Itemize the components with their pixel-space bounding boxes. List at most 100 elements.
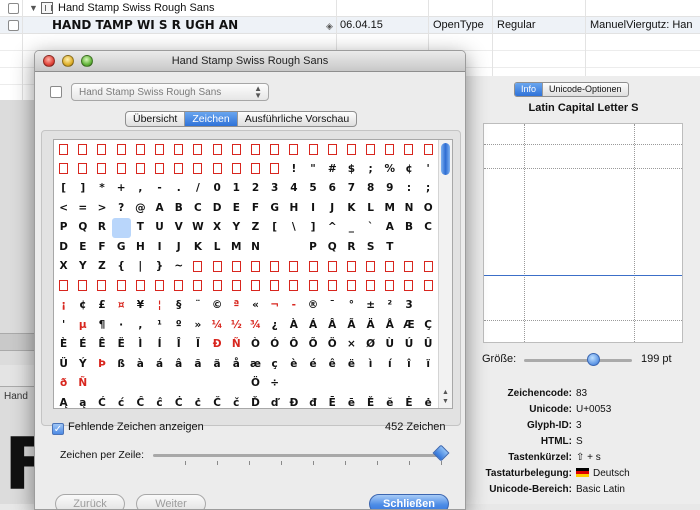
missing-glyph-cell[interactable]	[419, 140, 438, 160]
glyph-cell[interactable]: C	[419, 218, 438, 238]
glyph-cell[interactable]: ¥	[131, 296, 150, 316]
glyph-cell[interactable]: '	[419, 160, 438, 180]
glyph-cell[interactable]: §	[169, 296, 188, 316]
tab-characters[interactable]: Zeichen	[185, 112, 238, 126]
glyph-cell[interactable]: L	[361, 199, 380, 219]
glyph-cell[interactable]: Ñ	[227, 335, 246, 355]
glyph-cell[interactable]: \	[284, 218, 303, 238]
glyph-cell[interactable]: ì	[361, 355, 380, 375]
missing-glyph-cell[interactable]	[399, 140, 418, 160]
glyph-cell[interactable]: ¾	[246, 316, 265, 336]
glyph-cell[interactable]	[361, 374, 380, 394]
missing-glyph-cell[interactable]	[323, 257, 342, 277]
glyph-cell[interactable]: Ć	[92, 394, 111, 409]
glyph-cell[interactable]: /	[188, 179, 207, 199]
missing-glyph-cell[interactable]	[265, 277, 284, 297]
glyph-cell[interactable]	[208, 374, 227, 394]
missing-glyph-cell[interactable]	[265, 257, 284, 277]
missing-glyph-cell[interactable]	[227, 140, 246, 160]
glyph-cell[interactable]: Ñ	[73, 374, 92, 394]
glyph-cell[interactable]: X	[54, 257, 73, 277]
glyph-cell[interactable]: ï	[419, 355, 438, 375]
glyph-cell[interactable]: đ	[303, 394, 322, 409]
glyph-cell[interactable]	[399, 374, 418, 394]
glyph-cell[interactable]: î	[399, 355, 418, 375]
missing-glyph-cell[interactable]	[419, 277, 438, 297]
glyph-cell[interactable]: F	[246, 199, 265, 219]
tab-unicode-options[interactable]: Unicode-Optionen	[543, 83, 628, 96]
glyph-cell[interactable]	[227, 374, 246, 394]
glyph-cell[interactable]: ß	[112, 355, 131, 375]
glyph-cell[interactable]: æ	[246, 355, 265, 375]
glyph-cell[interactable]: <	[54, 199, 73, 219]
glyph-cell[interactable]: 2	[246, 179, 265, 199]
missing-glyph-cell[interactable]	[208, 140, 227, 160]
glyph-cell[interactable]: º	[169, 316, 188, 336]
missing-glyph-cell[interactable]	[265, 140, 284, 160]
glyph-cell[interactable]: Ü	[54, 355, 73, 375]
glyph-cell[interactable]: 0	[208, 179, 227, 199]
missing-glyph-cell[interactable]	[150, 160, 169, 180]
next-button[interactable]: Weiter	[136, 494, 206, 509]
glyph-cell[interactable]: R	[342, 238, 361, 258]
glyph-cell[interactable]: O	[419, 199, 438, 219]
glyph-cell[interactable]	[284, 238, 303, 258]
glyph-cell[interactable]	[419, 238, 438, 258]
glyph-cell[interactable]: í	[380, 355, 399, 375]
glyph-cell[interactable]	[112, 374, 131, 394]
glyph-cell[interactable]: -	[284, 296, 303, 316]
missing-glyph-cell[interactable]	[169, 277, 188, 297]
glyph-cell[interactable]: X	[208, 218, 227, 238]
chars-per-row-knob[interactable]	[432, 444, 450, 462]
glyph-cell[interactable]: ¤	[112, 296, 131, 316]
glyph-cell[interactable]: ë	[342, 355, 361, 375]
missing-glyph-cell[interactable]	[131, 277, 150, 297]
missing-glyph-cell[interactable]	[361, 277, 380, 297]
show-missing-toggle[interactable]: ✓ Fehlende Zeichen anzeigen	[52, 421, 204, 435]
glyph-cell[interactable]: G	[265, 199, 284, 219]
glyph-cell[interactable]: ą	[73, 394, 92, 409]
missing-glyph-cell[interactable]	[169, 160, 188, 180]
glyph-cell[interactable]	[150, 374, 169, 394]
glyph-cell[interactable]: ^	[323, 218, 342, 238]
glyph-cell[interactable]: I	[150, 238, 169, 258]
missing-glyph-cell[interactable]	[131, 140, 150, 160]
font-enable-checkbox[interactable]	[8, 20, 19, 31]
glyph-cell[interactable]: I	[303, 199, 322, 219]
glyph-cell[interactable]: ½	[227, 316, 246, 336]
missing-glyph-cell[interactable]	[131, 160, 150, 180]
missing-glyph-cell[interactable]	[227, 257, 246, 277]
glyph-cell[interactable]: P	[54, 218, 73, 238]
missing-glyph-cell[interactable]	[92, 140, 111, 160]
glyph-cell[interactable]: W	[188, 218, 207, 238]
glyph-cell[interactable]: '	[54, 316, 73, 336]
missing-glyph-cell[interactable]	[150, 277, 169, 297]
glyph-cell[interactable]: 5	[303, 179, 322, 199]
glyph-grid[interactable]: ! " # $;% ¢ '[] * +, -./0 1 2 3 4 5 6 7 8 9:; < = >? @ A B C D E F G…	[53, 139, 453, 409]
glyph-cell[interactable]: ,	[131, 179, 150, 199]
glyph-cell[interactable]: !	[284, 160, 303, 180]
glyph-cell[interactable]: H	[284, 199, 303, 219]
missing-glyph-cell[interactable]	[399, 277, 418, 297]
close-button[interactable]: Schließen	[369, 494, 449, 509]
title-bar[interactable]: Hand Stamp Swiss Rough Sans	[35, 51, 465, 72]
missing-glyph-cell[interactable]	[92, 160, 111, 180]
glyph-cell[interactable]: Č	[208, 394, 227, 409]
glyph-cell[interactable]: K	[188, 238, 207, 258]
glyph-cell[interactable]: C	[188, 199, 207, 219]
missing-glyph-cell[interactable]	[188, 160, 207, 180]
glyph-cell[interactable]: [	[54, 179, 73, 199]
glyph-cell[interactable]: °	[342, 296, 361, 316]
glyph-cell[interactable]: Æ	[399, 316, 418, 336]
glyph-cell[interactable]	[380, 374, 399, 394]
glyph-cell[interactable]: $	[342, 160, 361, 180]
glyph-cell[interactable]: {	[112, 257, 131, 277]
missing-glyph-cell[interactable]	[188, 277, 207, 297]
missing-glyph-cell[interactable]	[284, 140, 303, 160]
glyph-cell[interactable]: ĉ	[150, 394, 169, 409]
missing-glyph-cell[interactable]	[227, 160, 246, 180]
font-enable-checkbox[interactable]	[50, 86, 62, 98]
missing-glyph-cell[interactable]	[208, 160, 227, 180]
glyph-cell[interactable]: Ò	[246, 335, 265, 355]
missing-glyph-cell[interactable]	[380, 140, 399, 160]
